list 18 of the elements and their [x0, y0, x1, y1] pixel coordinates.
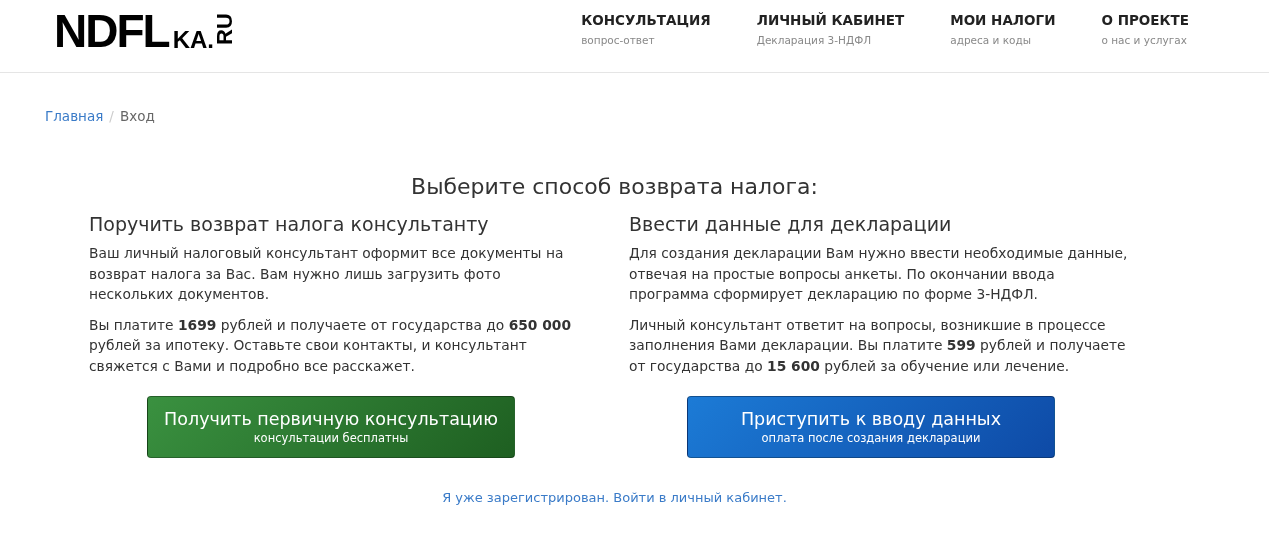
login-link[interactable]: Я уже зарегистрирован. Войти в личный кабинет. [442, 490, 787, 505]
breadcrumb-link[interactable]: Главная [45, 108, 104, 124]
nav-link[interactable]: ЛИЧНЫЙ КАБИНЕТ Декларация 3-НДФЛ [756, 0, 905, 46]
option-title: Ввести данные для декларации [629, 213, 953, 235]
page-heading: Выберите способ возврата налога: [410, 174, 819, 199]
option-description: Вы платите 1699 рублей и получаете от государства до 650 000 рублей за ипотеку. Оставьте свои контакты, и консультант свяжется с Вами и подробно все расскажет. [89, 315, 573, 376]
option-description: Ваш личный налоговый консультант оформит все документы на возврат налога за Вас. Вам нужно лишь загрузить фото нескольких документов. [89, 244, 565, 304]
action-button[interactable]: Получить первичную консультацию консультации бесплатны [147, 396, 515, 458]
breadcrumb-separator: / [109, 108, 114, 124]
nav-link[interactable]: КОНСУЛЬТАЦИЯ вопрос-ответ [581, 0, 711, 46]
breadcrumb-current: Вход [119, 108, 155, 124]
option-description: Для создания декларации Вам нужно ввести необходимые данные, отвечая на простые вопросы анкеты. По окончании ввода программа сформирует декларацию по форме 3-НДФЛ. [629, 244, 1129, 304]
nav-link[interactable]: О ПРОЕКТЕ о нас и услугах [1101, 0, 1189, 46]
option-title: Поручить возврат налога консультанту [89, 213, 490, 235]
option-description: Личный консультант ответит на вопросы, возникшие в процессе заполнения Вами декларации. Вы платите 599 рублей и получаете от государства до 15 600 рублей за обучение или лечение. [629, 315, 1127, 376]
action-button[interactable]: Приступить к вводу данных оплата после создания декларации [687, 396, 1055, 458]
nav-link[interactable]: МОИ НАЛОГИ адреса и коды [950, 0, 1056, 46]
site-logo[interactable]: NDFLKA. RU [54, 8, 236, 54]
